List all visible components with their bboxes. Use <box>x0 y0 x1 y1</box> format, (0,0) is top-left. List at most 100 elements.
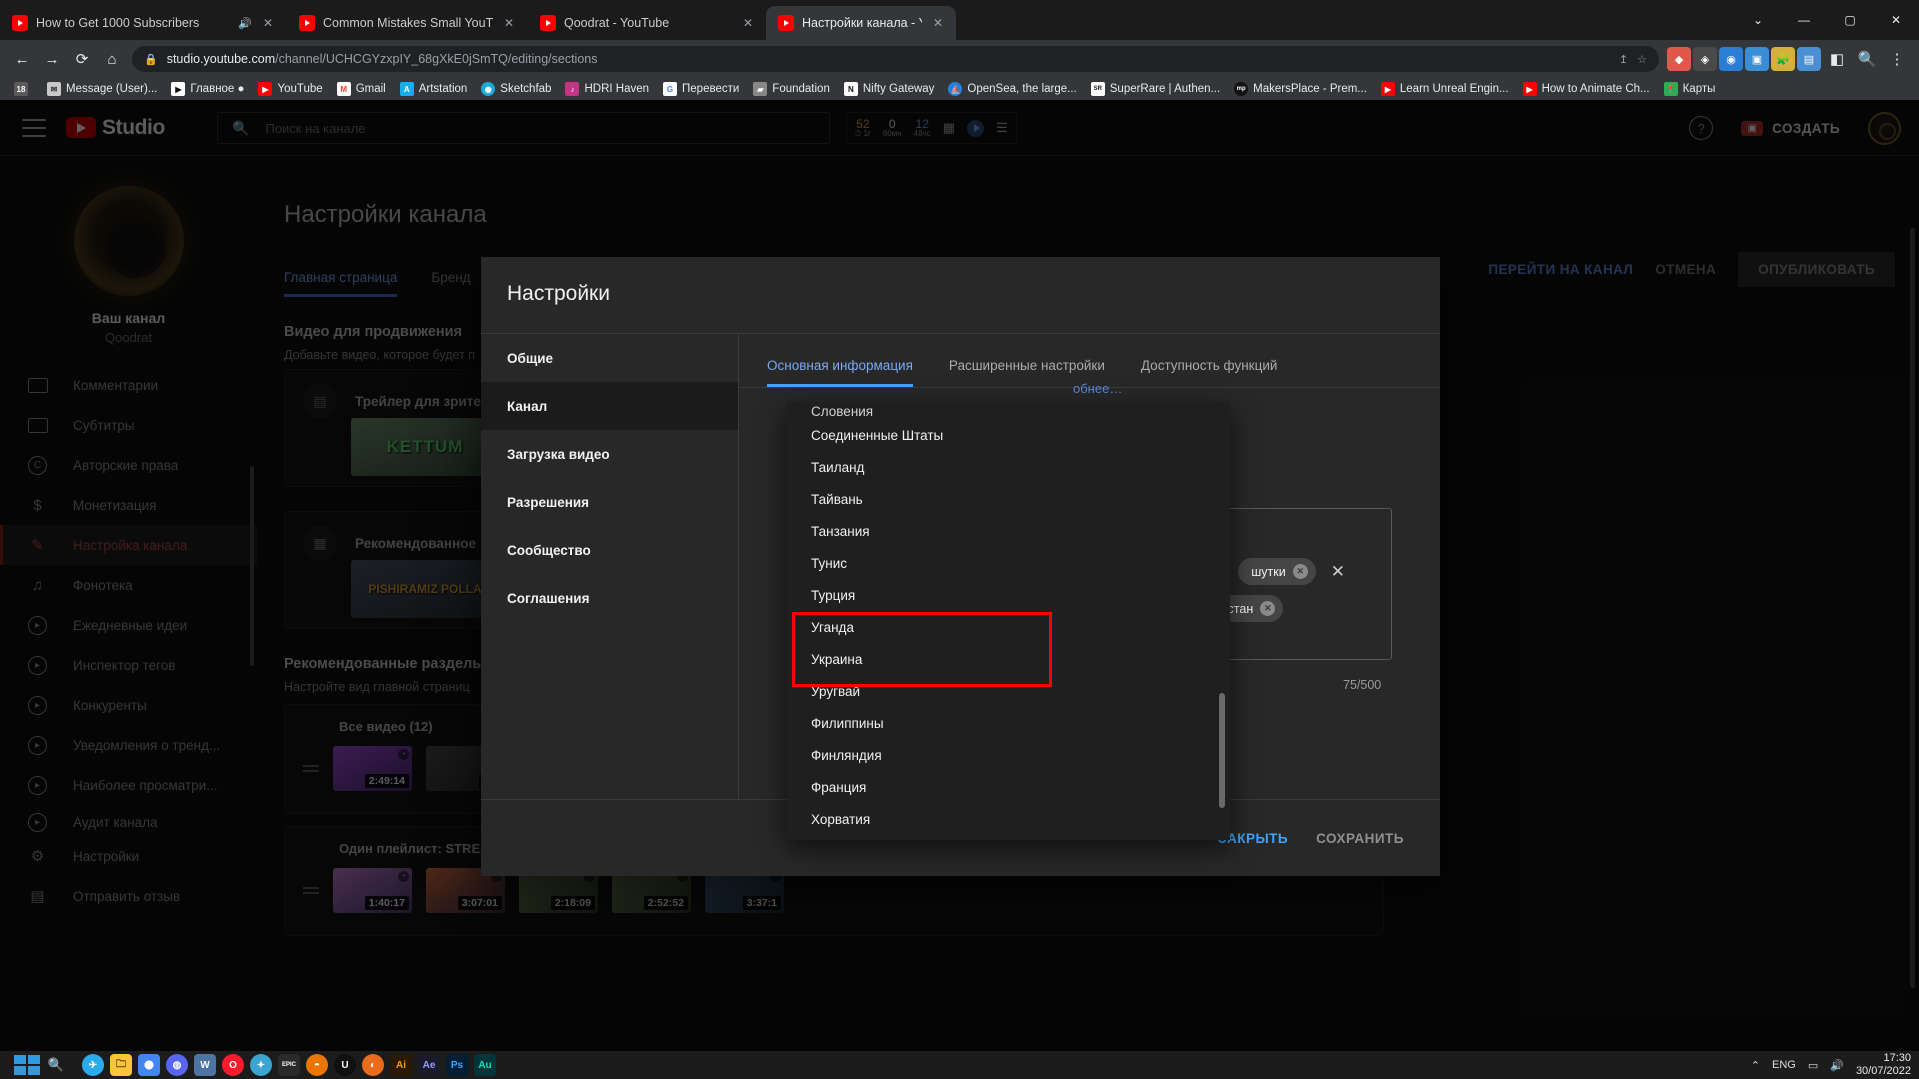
tray-language-label[interactable]: ENG <box>1772 1059 1796 1071</box>
extension-icon[interactable]: ◈ <box>1693 47 1717 71</box>
tab-close-icon[interactable]: ✕ <box>501 15 517 31</box>
tab-audio-icon[interactable]: 🔊 <box>238 17 252 30</box>
chip-remove-icon[interactable]: ✕ <box>1260 601 1276 616</box>
tab-close-icon[interactable]: ✕ <box>260 15 276 31</box>
browser-menu-icon[interactable]: ⋮ <box>1883 45 1911 73</box>
tray-chevron-icon[interactable]: ⌃ <box>1751 1059 1760 1072</box>
chip-remove-icon[interactable]: ✕ <box>1292 564 1308 579</box>
bookmark-item[interactable]: ▶ How to Animate Ch... <box>1517 80 1656 98</box>
dialog-nav-upload-defaults[interactable]: Загрузка видео <box>481 430 738 478</box>
dialog-nav-permissions[interactable]: Разрешения <box>481 478 738 526</box>
maximize-icon[interactable]: ▢ <box>1827 4 1873 36</box>
country-option-uruguay[interactable]: Уругвай <box>787 675 1230 707</box>
address-bar[interactable]: 🔒 studio.youtube.com/channel/UCHCGYzxpIY… <box>132 46 1659 72</box>
tab-basic-info[interactable]: Основная информация <box>767 358 913 387</box>
extension-icon[interactable]: ◆ <box>1667 47 1691 71</box>
app-photoshop-icon[interactable]: Ps <box>446 1054 468 1076</box>
bookmark-item[interactable]: 18 <box>8 80 39 98</box>
dialog-nav-channel[interactable]: Канал <box>481 382 738 430</box>
country-option[interactable]: Тунис <box>787 547 1230 579</box>
app-vk-icon[interactable]: W <box>194 1054 216 1076</box>
country-option-uganda[interactable]: Уганда <box>787 611 1230 643</box>
close-window-icon[interactable]: ✕ <box>1873 4 1919 36</box>
dialog-nav-agreements[interactable]: Соглашения <box>481 574 738 622</box>
minimize-icon[interactable]: — <box>1781 4 1827 36</box>
tray-battery-icon[interactable]: ▭ <box>1808 1059 1818 1072</box>
extension-icon[interactable]: ▤ <box>1797 47 1821 71</box>
bookmark-item[interactable]: SR SuperRare | Authen... <box>1085 80 1226 98</box>
app-epic-games-icon[interactable]: EPIC <box>278 1054 300 1076</box>
app-chrome-icon[interactable] <box>138 1054 160 1076</box>
tab-feature-eligibility[interactable]: Доступность функций <box>1141 358 1278 387</box>
browser-tab[interactable]: Common Mistakes Small YouTub ✕ <box>287 6 527 40</box>
side-panel-icon[interactable]: ◧ <box>1823 45 1851 73</box>
bookmark-item[interactable]: mp MakersPlace - Prem... <box>1228 80 1373 98</box>
bookmark-item[interactable]: ▶ YouTube <box>252 80 328 98</box>
app-illustrator-icon[interactable]: Ai <box>390 1054 412 1076</box>
dialog-save-button[interactable]: СОХРАНИТЬ <box>1316 831 1404 846</box>
keyword-chip[interactable]: шутки ✕ <box>1238 558 1316 585</box>
country-option[interactable]: Соединенные Штаты <box>787 419 1230 451</box>
country-option[interactable]: Финляндия <box>787 739 1230 771</box>
collapse-icon[interactable]: ⌄ <box>1735 4 1781 36</box>
browser-tab-active[interactable]: Настройки канала - YouTube Stu ✕ <box>766 6 956 40</box>
bookmark-item[interactable]: ◉ Sketchfab <box>475 80 557 98</box>
app-file-explorer-icon[interactable]: 🗀 <box>110 1054 132 1076</box>
start-icon[interactable] <box>14 1055 40 1075</box>
app-after-effects-icon[interactable]: Ae <box>418 1054 440 1076</box>
tab-close-icon[interactable]: ✕ <box>740 15 756 31</box>
country-dropdown[interactable]: Словения Соединенные Штаты Таиланд Тайва… <box>787 403 1230 840</box>
bookmark-item[interactable]: N Nifty Gateway <box>838 80 941 98</box>
extension-icon[interactable]: 🧩 <box>1771 47 1795 71</box>
country-option[interactable]: Хорватия <box>787 803 1230 835</box>
bookmark-item[interactable]: G Перевести <box>657 80 745 98</box>
bookmark-item[interactable]: ▶ Learn Unreal Engin... <box>1375 80 1515 98</box>
country-option[interactable]: Словения <box>787 403 1230 419</box>
bookmark-item[interactable]: A Artstation <box>394 80 474 98</box>
bookmark-star-icon[interactable]: ☆ <box>1637 53 1647 66</box>
bookmark-label: How to Animate Ch... <box>1541 83 1650 95</box>
search-icon[interactable]: 🔍 <box>1853 45 1881 73</box>
share-icon[interactable]: ↥ <box>1619 53 1628 66</box>
bookmark-item[interactable]: ▰ Foundation <box>747 80 836 98</box>
country-option[interactable]: Тайвань <box>787 483 1230 515</box>
app-substance-icon[interactable]: ◐ <box>362 1054 384 1076</box>
country-option[interactable]: Турция <box>787 579 1230 611</box>
country-option[interactable]: Таиланд <box>787 451 1230 483</box>
taskbar-search-icon[interactable]: 🔍 <box>40 1053 72 1077</box>
app-telegram-icon[interactable]: ✈ <box>82 1054 104 1076</box>
dialog-nav-general[interactable]: Общие <box>481 334 738 382</box>
learn-more-link[interactable]: обнее… <box>1073 381 1122 396</box>
bookmark-item[interactable]: ▶ Главное ● <box>165 80 250 98</box>
app-audition-icon[interactable]: Au <box>474 1054 496 1076</box>
tray-clock[interactable]: 17:30 30/07/2022 <box>1856 1052 1911 1077</box>
dialog-nav-community[interactable]: Сообщество <box>481 526 738 574</box>
extension-icon[interactable]: ▣ <box>1745 47 1769 71</box>
bookmark-item[interactable]: ✉ Message (User)... <box>41 80 163 98</box>
app-blender-icon[interactable]: ◓ <box>306 1054 328 1076</box>
home-icon[interactable]: ⌂ <box>98 45 126 73</box>
bookmark-item[interactable]: ⛵ OpenSea, the large... <box>942 80 1082 98</box>
country-option[interactable]: Черногория <box>787 835 1230 840</box>
dropdown-scrollbar[interactable] <box>1219 693 1225 808</box>
browser-tab[interactable]: How to Get 1000 Subscribers 🔊 ✕ <box>0 6 286 40</box>
extension-icon[interactable]: ◉ <box>1719 47 1743 71</box>
clear-all-icon[interactable]: ✕ <box>1331 562 1345 582</box>
reload-icon[interactable]: ⟳ <box>68 45 96 73</box>
app-paint-tool-icon[interactable]: ✦ <box>250 1054 272 1076</box>
country-option[interactable]: Франция <box>787 771 1230 803</box>
browser-tab[interactable]: Qoodrat - YouTube ✕ <box>528 6 766 40</box>
country-option-ukraine[interactable]: Украина <box>787 643 1230 675</box>
bookmark-item[interactable]: 📍 Карты <box>1658 80 1722 98</box>
country-option[interactable]: Танзания <box>787 515 1230 547</box>
tab-close-icon[interactable]: ✕ <box>930 15 946 31</box>
app-opera-gx-icon[interactable]: O <box>222 1054 244 1076</box>
back-icon[interactable]: ← <box>8 45 36 73</box>
app-unreal-engine-icon[interactable]: U <box>334 1054 356 1076</box>
bookmark-item[interactable]: ♪ HDRI Haven <box>559 80 655 98</box>
country-option[interactable]: Филиппины <box>787 707 1230 739</box>
forward-icon[interactable]: → <box>38 45 66 73</box>
bookmark-item[interactable]: M Gmail <box>331 80 392 98</box>
app-discord-icon[interactable]: ◍ <box>166 1054 188 1076</box>
tray-volume-icon[interactable]: 🔊 <box>1830 1059 1844 1072</box>
